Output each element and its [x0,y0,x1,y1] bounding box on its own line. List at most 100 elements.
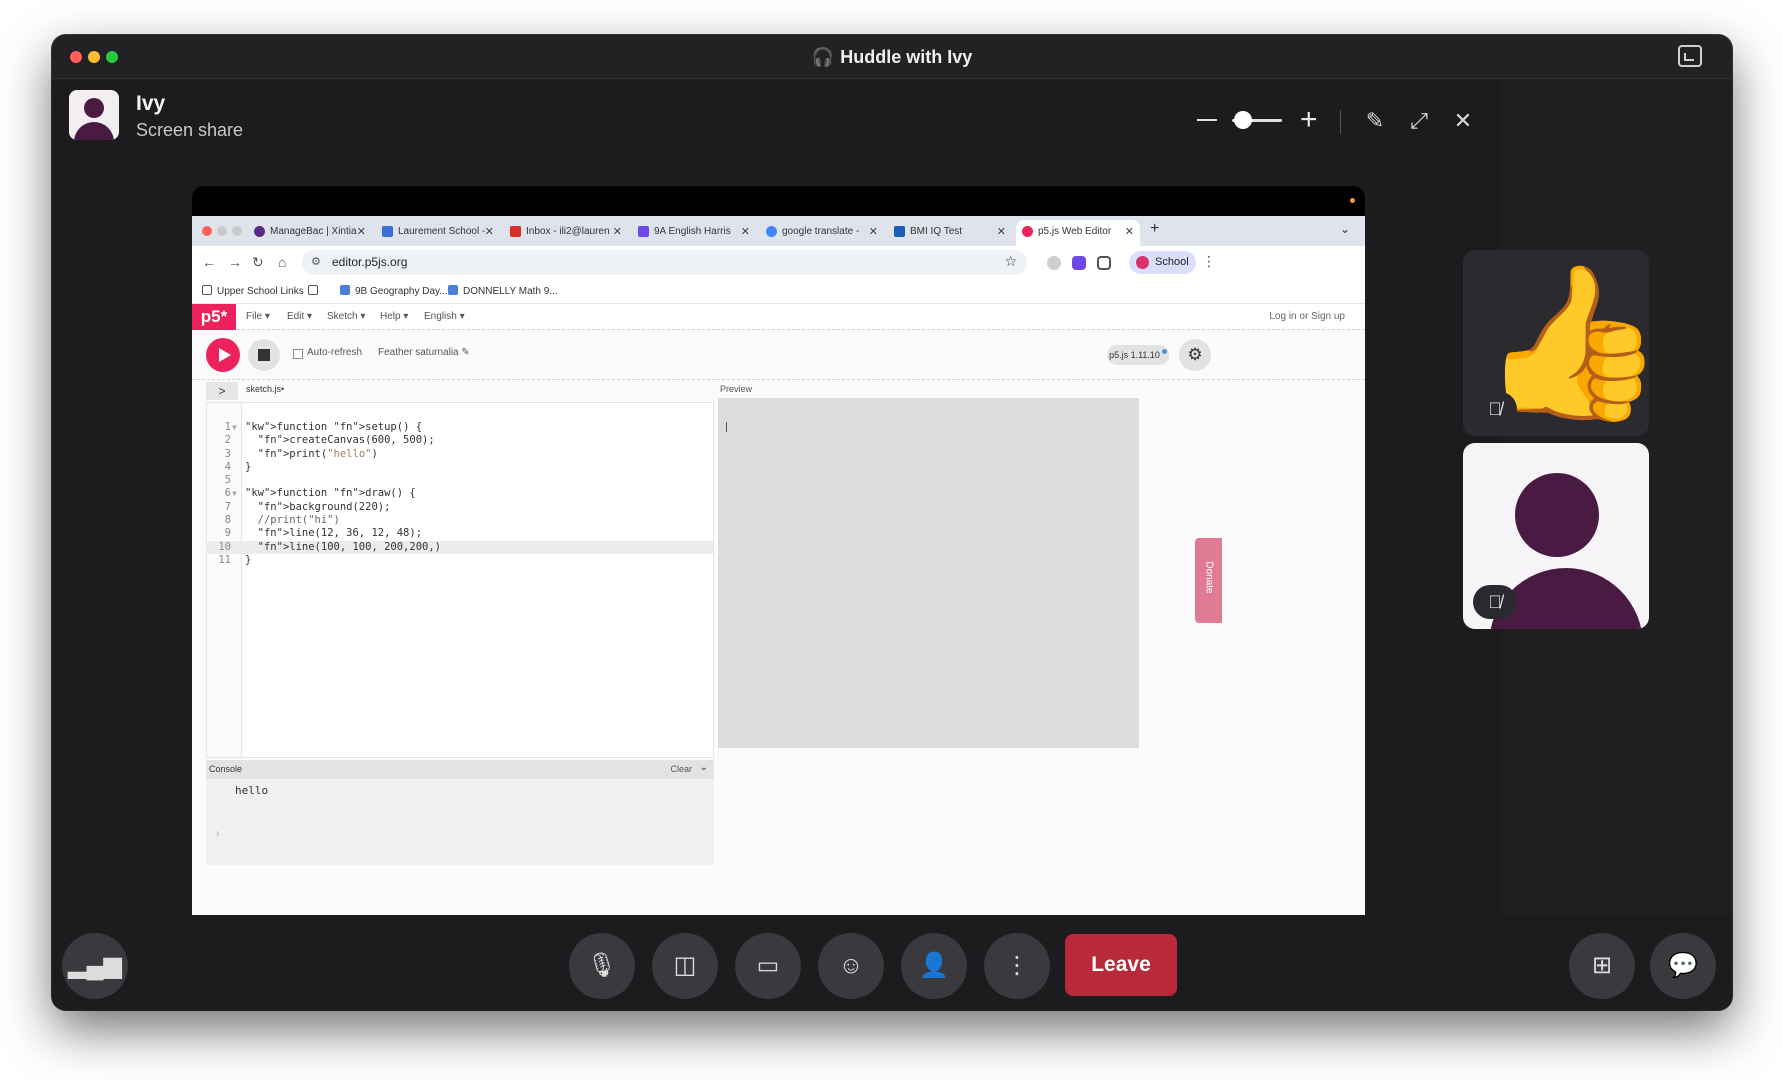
zoom-slider-knob[interactable] [1234,111,1252,129]
browser-tab[interactable]: Laurement School - ✕ [376,220,500,244]
huddle-window: 🎧 Huddle with Ivy Ivy Screen share + ✎ ⤢ … [52,35,1732,1010]
draw-pencil-icon[interactable]: ✎ [1360,106,1390,136]
close-tab-icon[interactable]: ✕ [485,220,494,244]
donate-tab[interactable]: Donate [1195,538,1222,623]
window-title: 🎧 Huddle with Ivy [811,47,973,67]
browser-close-dot[interactable] [202,226,212,236]
close-tab-icon[interactable]: ✕ [613,220,622,244]
browser-tab[interactable]: ManageBac | Xintia ✕ [248,220,372,244]
zoom-out-button[interactable] [1197,119,1217,121]
browser-tab[interactable]: Inbox - ili2@lauren ✕ [504,220,628,244]
version-chip[interactable]: p5.js 1.11.10 [1107,345,1169,365]
bookmark-item[interactable]: Upper School Links [202,285,304,297]
bookmark-item[interactable]: DONNELLY Math 9... [448,285,558,297]
apps-grid-icon[interactable] [308,285,323,297]
sidebar-toggle-chevron-icon[interactable]: > [206,382,238,400]
code-text: } [245,460,252,473]
code-line[interactable]: 11} [207,554,713,567]
participant-tile-avatar[interactable]: 🎙̸ [1463,443,1649,629]
auto-refresh-checkbox[interactable] [293,349,303,359]
mic-off-button[interactable]: 🎙 [569,933,635,999]
participant-tile-reaction[interactable]: 👍 🎙̸ [1463,250,1649,436]
share-screen-button[interactable]: ▭ [735,933,801,999]
code-text: "kw">function "fn">draw() { [245,487,416,500]
browser-max-dot[interactable] [232,226,242,236]
menu-language[interactable]: English ▾ [424,311,465,322]
login-link[interactable]: Log in [1269,311,1296,322]
invite-people-button[interactable]: 👤 [901,933,967,999]
close-tab-icon[interactable]: ✕ [997,220,1006,244]
close-tab-icon[interactable]: ✕ [741,220,750,244]
console-prompt-icon[interactable]: › [216,828,219,839]
bookmark-item[interactable]: 9B Geography Day... [340,285,448,297]
back-arrow-icon[interactable]: ← [202,254,216,270]
reload-icon[interactable]: ↻ [252,254,264,271]
code-lines[interactable]: 1 ▼ "kw">function "fn">setup() {2 "fn">cre… [207,421,713,567]
browser-tab[interactable]: BMI IQ Test ✕ [888,220,1012,244]
more-options-button[interactable]: ⋮ [984,933,1050,999]
code-line[interactable]: 6 ▼ "kw">function "fn">draw() { [207,487,713,500]
code-line[interactable]: 5 [207,474,713,487]
line-number: 7 [224,500,231,513]
tab-search-chevron-icon[interactable]: ⌄ [1340,222,1350,236]
emoji-reaction-button[interactable]: ☺ [818,933,884,999]
profile-chip[interactable]: School [1129,251,1196,274]
video-off-button[interactable]: ◫ [652,933,718,999]
code-line[interactable]: 4} [207,461,713,474]
code-text: } [245,553,252,566]
popout-icon[interactable] [1678,45,1702,67]
site-settings-icon[interactable]: ⚙ [311,255,321,268]
browser-tab[interactable]: google translate - ✕ [760,220,884,244]
home-icon[interactable]: ⌂ [278,254,286,270]
code-line[interactable]: 9 "fn">line(12, 36, 12, 48); [207,527,713,540]
bookmark-star-icon[interactable]: ☆ [1004,253,1017,270]
menu-help[interactable]: Help ▾ [380,311,408,322]
line-number: 5 [224,474,231,487]
mic-muted-icon: 🎙̸ [1473,392,1517,426]
code-editor[interactable]: 1 ▼ "kw">function "fn">setup() {2 "fn">cre… [206,402,714,758]
browser-min-dot[interactable] [217,226,227,236]
signal-strength-icon[interactable]: ▂▄▆ [62,933,128,999]
code-line[interactable]: 2 "fn">createCanvas(600, 500); [207,434,713,447]
close-share-icon[interactable]: ✕ [1448,106,1478,136]
fold-toggle-icon[interactable]: ▼ [232,421,237,434]
console-header: Console Clear ⌄ [206,760,714,779]
close-tab-icon[interactable]: ✕ [869,220,878,244]
browser-tab[interactable]: 9A English Harris ✕ [632,220,756,244]
menu-edit[interactable]: Edit ▾ [287,311,312,322]
stop-button[interactable] [248,339,280,371]
browser-tab-active[interactable]: p5.js Web Editor ✕ [1016,220,1140,246]
console-clear-button[interactable]: Clear [670,764,692,774]
leave-button[interactable]: Leave [1065,934,1177,996]
close-tab-icon[interactable]: ✕ [357,220,366,244]
code-line[interactable]: 1 ▼ "kw">function "fn">setup() { [207,421,713,434]
p5-logo[interactable]: p5* [192,304,236,330]
menu-sketch[interactable]: Sketch ▾ [327,311,365,322]
address-bar[interactable]: ⚙ editor.p5js.org ☆ [302,250,1027,275]
sketch-name[interactable]: Feather saturnalia ✎ [378,347,470,358]
preview-canvas[interactable] [718,398,1139,748]
chat-button[interactable]: 💬 [1650,933,1716,999]
extension-icon[interactable] [1047,256,1061,270]
code-line[interactable]: 8 //print("hi") [207,514,713,527]
code-line[interactable]: 10 "fn">line(100, 100, 200,200,) [207,540,713,554]
zoom-in-button[interactable]: + [1300,105,1318,135]
file-header: > sketch.js• [206,380,714,400]
console-collapse-chevron-icon[interactable]: ⌄ [700,762,708,773]
add-sticky-icon[interactable]: ⊞ [1569,933,1635,999]
extensions-puzzle-icon[interactable] [1097,256,1111,270]
address-toolbar: ← → ↻ ⌂ ⚙ editor.p5js.org ☆ School ⋮ [192,246,1365,279]
fold-toggle-icon[interactable]: ▼ [232,487,237,500]
menu-file[interactable]: File ▾ [246,311,270,322]
new-tab-icon[interactable]: + [1150,220,1159,238]
signup-link[interactable]: Sign up [1311,311,1345,322]
play-button[interactable] [206,338,240,372]
close-tab-icon[interactable]: ✕ [1125,220,1134,244]
settings-gear-icon[interactable]: ⚙ [1179,339,1211,371]
extension-icon[interactable] [1072,256,1086,270]
code-line[interactable]: 7 "fn">background(220); [207,501,713,514]
expand-icon[interactable]: ⤢ [1404,106,1434,136]
code-line[interactable]: 3 "fn">print("hello") [207,448,713,461]
forward-arrow-icon[interactable]: → [228,254,242,270]
browser-menu-icon[interactable]: ⋮ [1202,253,1216,270]
